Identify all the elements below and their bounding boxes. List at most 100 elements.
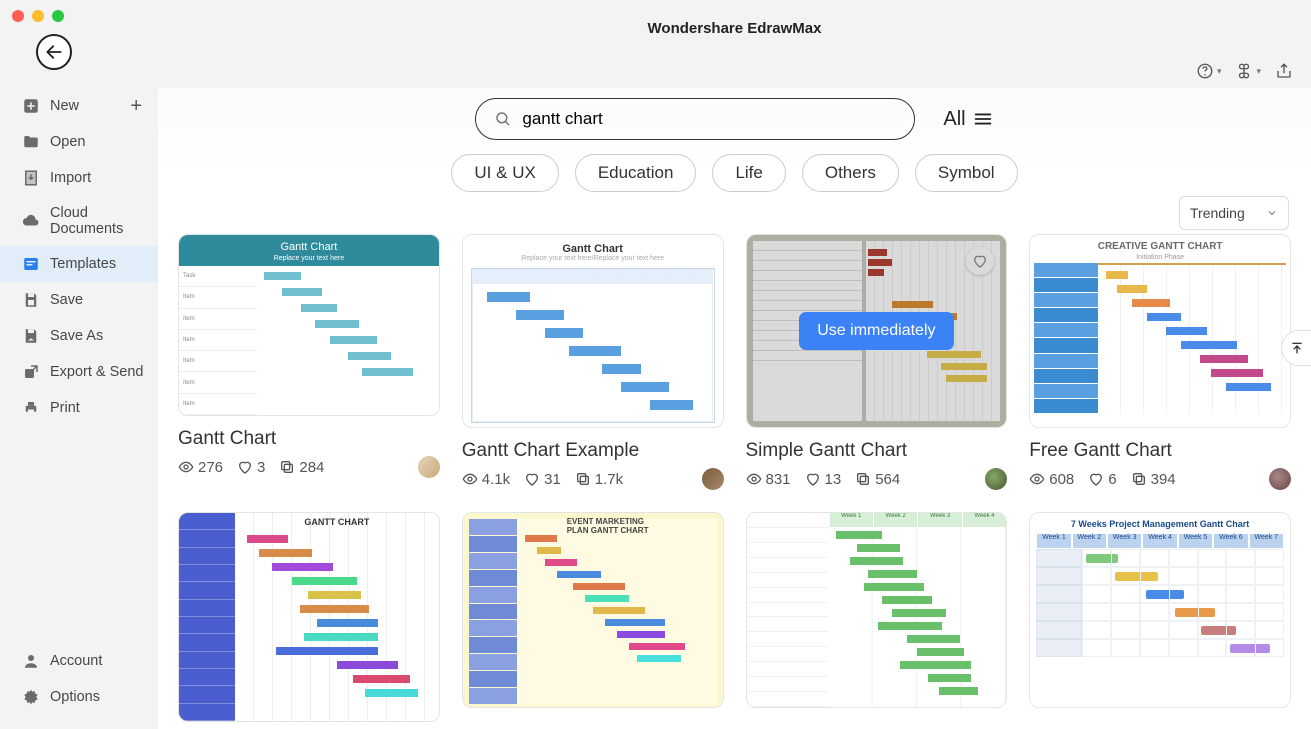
likes[interactable]: 6 (1088, 471, 1116, 488)
sidebar-item-templates[interactable]: Templates (0, 246, 158, 282)
likes[interactable]: 3 (237, 459, 265, 476)
template-thumbnail[interactable]: EVENT MARKETING PLAN GANTT CHART (462, 512, 724, 708)
sidebar-item-import[interactable]: Import (0, 160, 158, 196)
template-card: Gantt Chart Replace your text here/Repla… (462, 234, 724, 490)
author-avatar[interactable] (1269, 468, 1291, 490)
author-avatar[interactable] (418, 456, 440, 478)
sidebar-item-new[interactable]: New + (0, 88, 158, 124)
template-thumbnail[interactable]: Gantt Chart Replace your text here TaskI… (178, 234, 440, 416)
template-thumbnail[interactable]: Gantt Chart Replace your text here/Repla… (462, 234, 724, 428)
filter-all-button[interactable]: All (943, 108, 993, 131)
maximize-window-icon[interactable] (52, 10, 64, 22)
cloud-icon (22, 212, 40, 230)
eye-icon (178, 459, 194, 475)
chip-life[interactable]: Life (712, 154, 785, 192)
template-title: Gantt Chart (178, 428, 440, 450)
heart-icon (237, 459, 253, 475)
template-thumbnail[interactable]: GANTT CHART (178, 512, 440, 722)
views: 276 (178, 459, 223, 476)
shortcuts-button[interactable]: ▾ (1235, 62, 1261, 80)
chip-ui-ux[interactable]: UI & UX (451, 154, 558, 192)
heart-icon (805, 471, 821, 487)
close-window-icon[interactable] (12, 10, 24, 22)
sidebar-item-options[interactable]: Options (0, 679, 158, 715)
template-stats: 4.1k 31 1.7k (462, 468, 724, 490)
scroll-to-top-button[interactable] (1281, 330, 1311, 366)
copy-icon (279, 459, 295, 475)
views: 608 (1029, 471, 1074, 488)
likes[interactable]: 13 (805, 471, 842, 488)
help-button[interactable]: ▾ (1196, 62, 1222, 80)
sidebar-item-label: Open (50, 134, 85, 150)
chip-education[interactable]: Education (575, 154, 697, 192)
template-card: Gantt Chart Replace your text here TaskI… (178, 234, 440, 490)
sidebar-item-export[interactable]: Export & Send (0, 354, 158, 390)
chevron-down-icon (1266, 207, 1278, 219)
copy-icon (575, 471, 591, 487)
sidebar-item-label: Import (50, 170, 91, 186)
template-thumbnail[interactable]: CREATIVE GANTT CHART Initiation Phase (1029, 234, 1291, 428)
template-gallery[interactable]: Gantt Chart Replace your text here TaskI… (158, 234, 1311, 729)
template-title: Gantt Chart Example (462, 440, 724, 462)
thumb-title: Gantt Chart (179, 235, 439, 255)
views: 4.1k (462, 471, 510, 488)
chip-others[interactable]: Others (802, 154, 899, 192)
thumb-title: CREATIVE GANTT CHART (1034, 241, 1286, 252)
sidebar-item-print[interactable]: Print (0, 390, 158, 426)
sidebar-item-label: New (50, 98, 79, 114)
template-card: EVENT MARKETING PLAN GANTT CHART (462, 512, 724, 722)
likes[interactable]: 31 (524, 471, 561, 488)
sidebar-item-cloud[interactable]: Cloud Documents (0, 196, 158, 246)
user-icon (22, 652, 40, 670)
sidebar-item-open[interactable]: Open (0, 124, 158, 160)
template-thumbnail[interactable]: 7 Weeks Project Management Gantt Chart W… (1029, 512, 1291, 708)
back-button[interactable] (36, 34, 72, 70)
gear-icon (22, 688, 40, 706)
thumb-title: GANTT CHART (304, 517, 369, 527)
template-card: GANTT CHART (178, 512, 440, 722)
template-stats: 276 3 284 (178, 456, 440, 478)
category-chips: UI & UX Education Life Others Symbol (451, 154, 1017, 192)
eye-icon (746, 471, 762, 487)
use-immediately-button[interactable]: Use immediately (799, 312, 953, 350)
titlebar-actions: ▾ ▾ (1196, 62, 1293, 80)
templates-icon (22, 255, 40, 273)
plus-icon[interactable]: + (130, 95, 142, 118)
plus-square-icon (22, 97, 40, 115)
share-up-icon (1275, 62, 1293, 80)
sidebar-item-save[interactable]: Save (0, 282, 158, 318)
template-title: Simple Gantt Chart (746, 440, 1008, 462)
author-avatar[interactable] (985, 468, 1007, 490)
sidebar-item-label: Templates (50, 256, 116, 272)
search-input[interactable] (522, 109, 896, 129)
views: 831 (746, 471, 791, 488)
template-thumbnail[interactable]: Use immediately (746, 234, 1008, 428)
arrow-up-icon (1289, 340, 1305, 356)
template-thumbnail[interactable]: Week 1Week 2Week 3Week 4 (746, 512, 1008, 708)
template-stats: 608 6 394 (1029, 468, 1291, 490)
thumb-title: EVENT MARKETING PLAN GANTT CHART (567, 517, 667, 535)
thumb-subtitle: Initiation Phase (1034, 254, 1286, 261)
export-icon (22, 363, 40, 381)
sidebar-item-label: Save (50, 292, 83, 308)
template-title: Free Gantt Chart (1029, 440, 1291, 462)
thumb-title: Gantt Chart (471, 243, 715, 255)
search-area: All UI & UX Education Life Others Symbol (158, 88, 1311, 196)
search-box[interactable] (475, 98, 915, 140)
sidebar-item-account[interactable]: Account (0, 643, 158, 679)
main-content: Wondershare EdrawMax ▾ ▾ (158, 0, 1311, 729)
app-title: Wondershare EdrawMax (158, 0, 1311, 37)
chip-symbol[interactable]: Symbol (915, 154, 1018, 192)
save-icon (22, 291, 40, 309)
sort-select[interactable]: Trending (1179, 196, 1289, 230)
sidebar-item-save-as[interactable]: Save As (0, 318, 158, 354)
minimize-window-icon[interactable] (32, 10, 44, 22)
sidebar-footer: Account Options (0, 643, 158, 729)
thumb-title: 7 Weeks Project Management Gantt Chart (1036, 519, 1284, 529)
share-button[interactable] (1275, 62, 1293, 80)
chevron-down-icon: ▾ (1256, 66, 1261, 77)
author-avatar[interactable] (702, 468, 724, 490)
heart-icon (1088, 471, 1104, 487)
eye-icon (1029, 471, 1045, 487)
save-as-icon (22, 327, 40, 345)
